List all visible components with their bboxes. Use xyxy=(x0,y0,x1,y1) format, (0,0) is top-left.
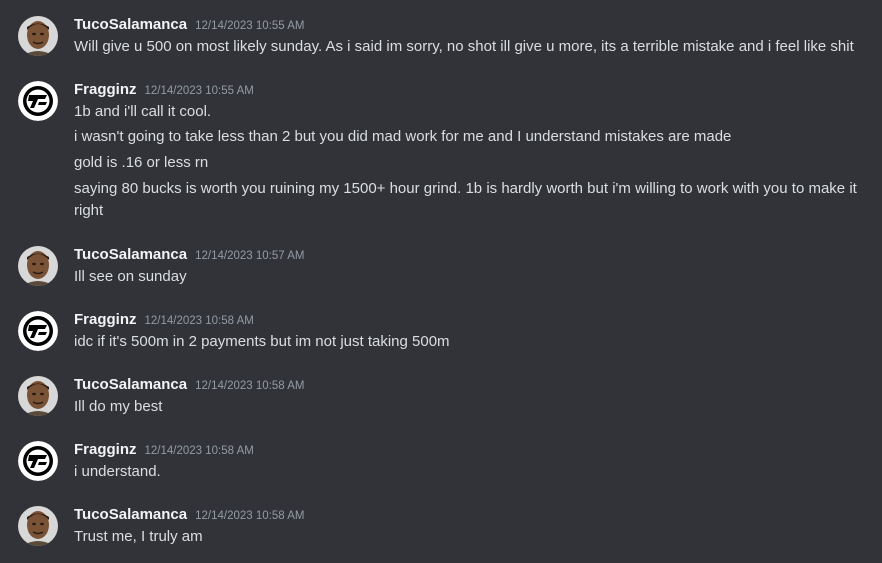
message-text: gold is .16 or less rn xyxy=(74,154,209,171)
avatar[interactable] xyxy=(18,441,58,481)
timestamp: 12/14/2023 10:57 AM xyxy=(195,250,305,262)
author-name[interactable]: TucoSalamanca xyxy=(74,246,187,263)
timestamp: 12/14/2023 10:58 AM xyxy=(144,445,254,457)
avatar[interactable] xyxy=(18,81,58,121)
timestamp: 12/14/2023 10:58 AM xyxy=(195,380,305,392)
author-name[interactable]: TucoSalamanca xyxy=(74,506,187,523)
fragginz-logo-icon xyxy=(18,311,58,351)
message-text: i understand. xyxy=(74,463,161,480)
timestamp: 12/14/2023 10:58 AM xyxy=(144,315,254,327)
tuco-avatar-icon xyxy=(18,506,58,546)
avatar[interactable] xyxy=(18,311,58,351)
timestamp: 12/14/2023 10:55 AM xyxy=(195,20,305,32)
avatar[interactable] xyxy=(18,246,58,286)
message-header: Fragginz 12/14/2023 10:55 AM xyxy=(74,81,254,101)
message-text: saying 80 bucks is worth you ruining my … xyxy=(74,180,857,219)
author-name[interactable]: Fragginz xyxy=(74,441,137,458)
message-text: Will give u 500 on most likely sunday. A… xyxy=(74,38,854,55)
message-header: Fragginz 12/14/2023 10:58 AM xyxy=(74,311,254,331)
message-header: Fragginz 12/14/2023 10:58 AM xyxy=(74,441,254,461)
message-header: TucoSalamanca 12/14/2023 10:55 AM xyxy=(74,16,304,36)
author-name[interactable]: Fragginz xyxy=(74,81,137,98)
fragginz-logo-icon xyxy=(18,441,58,481)
tuco-avatar-icon xyxy=(18,16,58,56)
author-name[interactable]: Fragginz xyxy=(74,311,137,328)
timestamp: 12/14/2023 10:55 AM xyxy=(144,85,254,97)
author-name[interactable]: TucoSalamanca xyxy=(74,16,187,33)
message-text: i wasn't going to take less than 2 but y… xyxy=(74,128,732,145)
message-header: TucoSalamanca 12/14/2023 10:58 AM xyxy=(74,506,304,526)
tuco-avatar-icon xyxy=(18,246,58,286)
timestamp: 12/14/2023 10:58 AM xyxy=(195,510,305,522)
avatar[interactable] xyxy=(18,16,58,56)
avatar[interactable] xyxy=(18,506,58,546)
fragginz-logo-icon xyxy=(18,81,58,121)
message-header: TucoSalamanca 12/14/2023 10:57 AM xyxy=(74,246,304,266)
message-text: idc if it's 500m in 2 payments but im no… xyxy=(74,333,450,350)
message-text: Trust me, I truly am xyxy=(74,528,203,545)
message-header: TucoSalamanca 12/14/2023 10:58 AM xyxy=(74,376,304,396)
tuco-avatar-icon xyxy=(18,376,58,416)
message-text: 1b and i'll call it cool. xyxy=(74,103,212,120)
avatar[interactable] xyxy=(18,376,58,416)
message-text: Ill do my best xyxy=(74,398,163,415)
message-text: Ill see on sunday xyxy=(74,268,187,285)
author-name[interactable]: TucoSalamanca xyxy=(74,376,187,393)
